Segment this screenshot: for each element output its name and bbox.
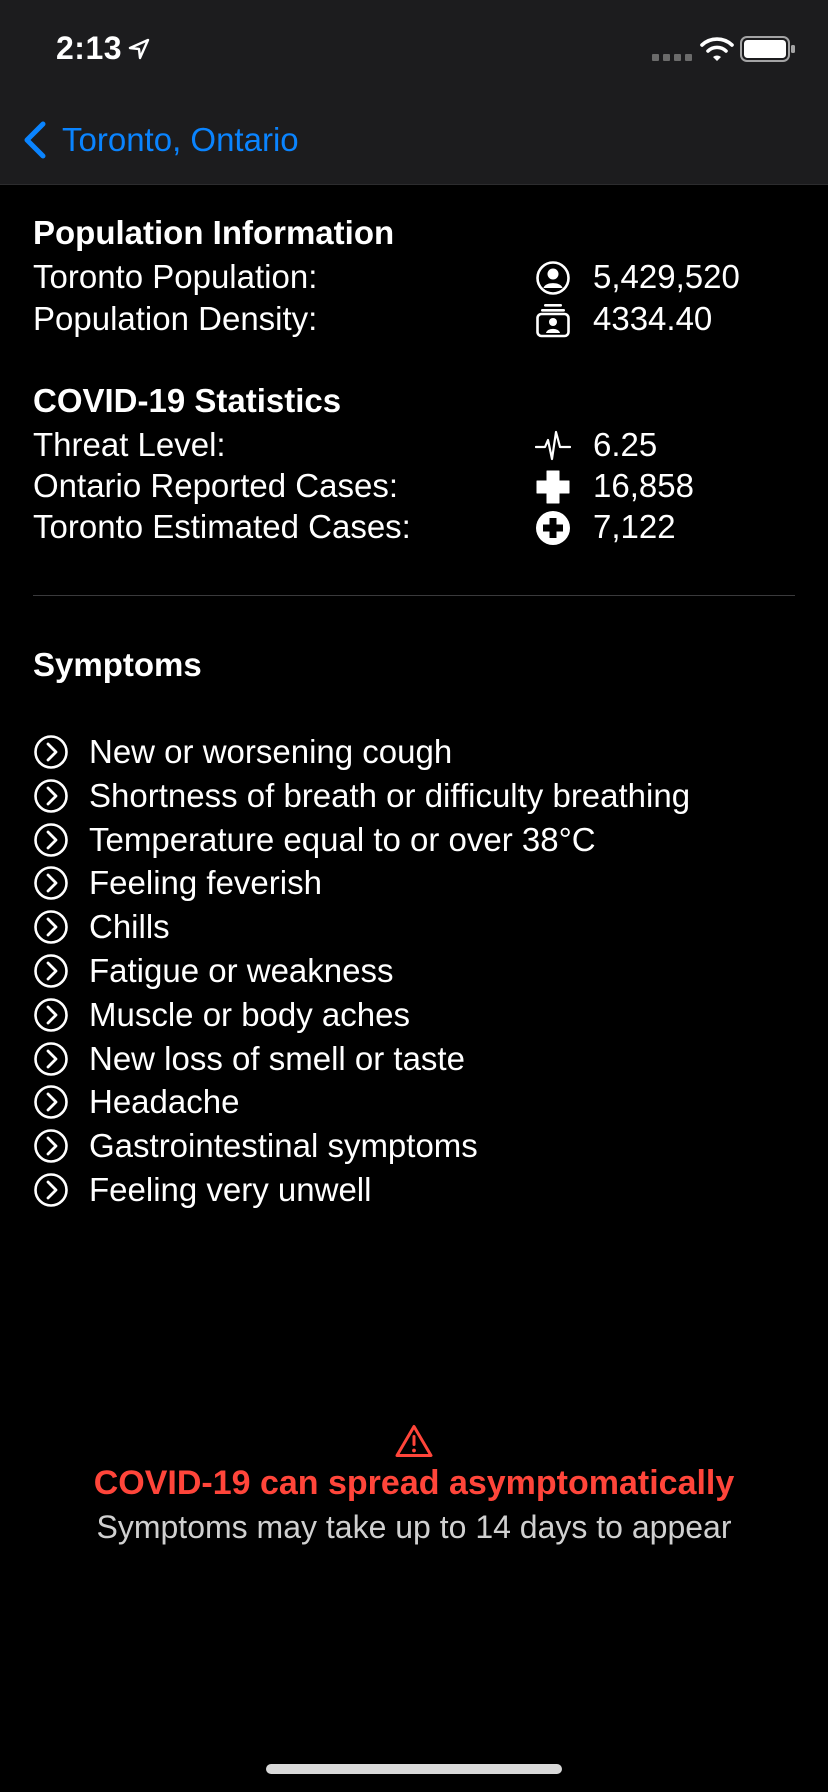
cross-circle-icon [536, 511, 570, 545]
symptom-list-item: Chills [33, 905, 170, 949]
symptom-list-item: Fatigue or weakness [33, 949, 394, 993]
stat-value: 5,429,520 [593, 258, 740, 295]
symptom-list-item: Headache [33, 1080, 239, 1124]
warning-triangle-icon [395, 1425, 433, 1457]
home-indicator[interactable] [266, 1764, 562, 1774]
symptom-label: Headache [89, 1083, 240, 1121]
asymptomatic-warning: COVID-19 can spread asymptomatically Sym… [0, 1424, 828, 1546]
stat-value: 16,858 [593, 467, 694, 504]
stat-label: Toronto Estimated Cases: [33, 508, 411, 545]
waveform-icon [535, 430, 571, 461]
chevron-right-circle-icon [34, 778, 68, 813]
symptom-list-item: Feeling feverish [33, 861, 322, 905]
symptom-label: Feeling very unwell [89, 1171, 372, 1208]
status-bar: 2:13 [0, 0, 828, 96]
location-arrow-icon [128, 38, 150, 60]
symptom-list-item: New or worsening cough [33, 730, 452, 774]
chevron-left-icon [24, 121, 46, 159]
symptom-label: Temperature equal to or over 38°C [89, 820, 596, 858]
population-section-title: Population Information [33, 214, 395, 251]
chevron-right-circle-icon [34, 866, 68, 901]
symptom-label: Shortness of breath or difficulty breath… [89, 776, 691, 814]
chevron-right-circle-icon [34, 1085, 68, 1120]
symptom-label: Chills [89, 908, 170, 946]
symptom-label: Gastrointestinal symptoms [89, 1127, 478, 1165]
battery-icon [740, 36, 795, 62]
chevron-right-circle-icon [34, 1129, 68, 1163]
chevron-right-circle-icon [34, 1173, 68, 1207]
back-button-label: Toronto, Ontario [62, 121, 299, 158]
cross-icon [536, 470, 570, 504]
symptom-label: New or worsening cough [89, 733, 453, 770]
warning-title: COVID-19 can spread asymptomatically [93, 1464, 735, 1502]
chevron-right-circle-icon [34, 735, 68, 769]
stat-row-population: Toronto Population: 5,429,520 [33, 256, 795, 298]
covid-section-title: COVID-19 Statistics [33, 382, 342, 419]
symptom-list-item: Muscle or body aches [33, 993, 410, 1037]
chevron-right-circle-icon [34, 1041, 68, 1076]
symptom-list-item: New loss of smell or taste [33, 1037, 465, 1081]
warning-subtitle: Symptoms may take up to 14 days to appea… [96, 1509, 732, 1545]
stat-label: Ontario Reported Cases: [33, 467, 399, 504]
person-circle-icon [536, 261, 570, 295]
stat-row-threat-level: Threat Level: 6.25 [33, 424, 795, 466]
symptom-list-item: Gastrointestinal symptoms [33, 1124, 478, 1168]
stat-row-estimated-cases: Toronto Estimated Cases: 7,122 [33, 506, 795, 548]
chevron-right-circle-icon [34, 954, 68, 988]
symptom-label: Muscle or body aches [89, 995, 410, 1033]
section-divider [33, 595, 795, 596]
status-time: 2:13 [56, 30, 123, 66]
symptom-list-item: Temperature equal to or over 38°C [33, 818, 596, 862]
chevron-right-circle-icon [34, 822, 68, 857]
stat-row-density: Population Density: 4334.40 [33, 298, 795, 340]
symptom-label: New loss of smell or taste [89, 1039, 465, 1077]
stat-label: Toronto Population: [33, 258, 318, 295]
stat-value: 4334.40 [593, 300, 713, 337]
person-group-icon [536, 304, 570, 338]
cellular-signal-icon [652, 54, 692, 61]
back-button[interactable]: Toronto, Ontario [22, 116, 299, 164]
symptom-list-item: Shortness of breath or difficulty breath… [33, 774, 690, 818]
chevron-right-circle-icon [34, 910, 68, 944]
stat-label: Threat Level: [33, 426, 226, 463]
stat-value: 7,122 [593, 508, 676, 545]
symptom-label: Feeling feverish [89, 864, 322, 902]
chevron-right-circle-icon [34, 997, 68, 1032]
stat-label: Population Density: [33, 300, 318, 337]
symptom-label: Fatigue or weakness [89, 952, 394, 989]
navigation-bar: Toronto, Ontario [0, 96, 828, 185]
stat-row-reported-cases: Ontario Reported Cases: 16,858 [33, 465, 795, 507]
stat-value: 6.25 [593, 426, 658, 463]
symptoms-section-title: Symptoms [33, 646, 202, 683]
wifi-icon [700, 37, 734, 61]
symptom-list-item: Feeling very unwell [33, 1168, 371, 1212]
